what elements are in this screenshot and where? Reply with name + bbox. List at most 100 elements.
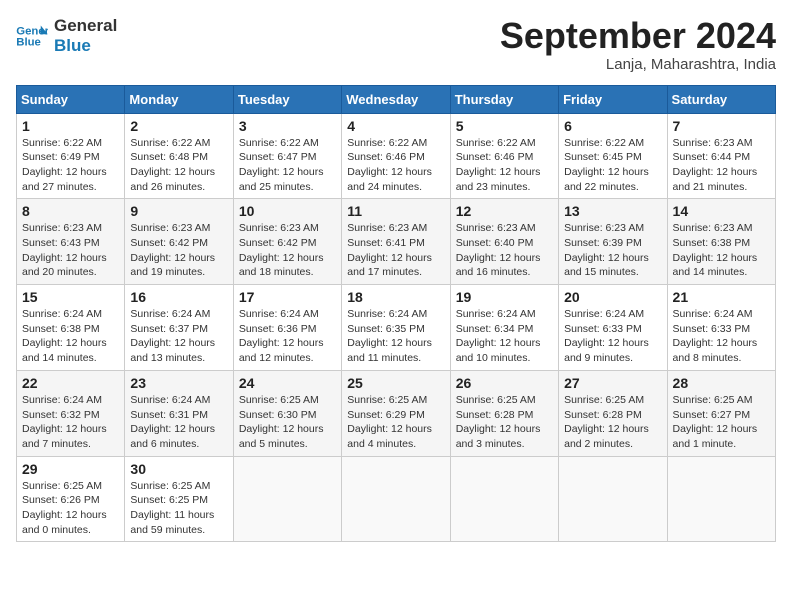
day-number: 15 — [22, 289, 119, 305]
day-info: Sunrise: 6:25 AMSunset: 6:28 PMDaylight:… — [564, 393, 661, 452]
day-info: Sunrise: 6:22 AMSunset: 6:45 PMDaylight:… — [564, 136, 661, 195]
calendar-week-4: 22 Sunrise: 6:24 AMSunset: 6:32 PMDayligh… — [17, 370, 776, 456]
day-info: Sunrise: 6:24 AMSunset: 6:37 PMDaylight:… — [130, 307, 227, 366]
day-info: Sunrise: 6:22 AMSunset: 6:47 PMDaylight:… — [239, 136, 336, 195]
day-number: 3 — [239, 118, 336, 134]
day-info: Sunrise: 6:25 AMSunset: 6:29 PMDaylight:… — [347, 393, 444, 452]
day-number: 23 — [130, 375, 227, 391]
calendar-cell: 13 Sunrise: 6:23 AMSunset: 6:39 PMDayligh… — [559, 199, 667, 285]
calendar-cell: 10 Sunrise: 6:23 AMSunset: 6:42 PMDayligh… — [233, 199, 341, 285]
day-number: 8 — [22, 203, 119, 219]
day-number: 20 — [564, 289, 661, 305]
day-number: 11 — [347, 203, 444, 219]
logo-line2: Blue — [54, 36, 117, 56]
day-number: 27 — [564, 375, 661, 391]
weekday-header-monday: Monday — [125, 85, 233, 113]
day-info: Sunrise: 6:22 AMSunset: 6:49 PMDaylight:… — [22, 136, 119, 195]
day-number: 14 — [673, 203, 770, 219]
day-number: 7 — [673, 118, 770, 134]
day-info: Sunrise: 6:23 AMSunset: 6:42 PMDaylight:… — [239, 221, 336, 280]
calendar-cell: 2Sunrise: 6:22 AMSunset: 6:48 PMDaylight… — [125, 113, 233, 199]
day-info: Sunrise: 6:24 AMSunset: 6:32 PMDaylight:… — [22, 393, 119, 452]
day-info: Sunrise: 6:25 AMSunset: 6:28 PMDaylight:… — [456, 393, 553, 452]
day-info: Sunrise: 6:25 AMSunset: 6:26 PMDaylight:… — [22, 479, 119, 538]
calendar-cell: 4 Sunrise: 6:22 AMSunset: 6:46 PMDaylight… — [342, 113, 450, 199]
calendar-cell: 24 Sunrise: 6:25 AMSunset: 6:30 PMDayligh… — [233, 370, 341, 456]
day-number: 1 — [22, 118, 119, 134]
calendar-cell: 21 Sunrise: 6:24 AMSunset: 6:33 PMDayligh… — [667, 285, 775, 371]
day-info: Sunrise: 6:22 AMSunset: 6:48 PMDaylight:… — [130, 136, 227, 195]
page-header: General Blue General Blue September 2024… — [16, 16, 776, 73]
weekday-header-thursday: Thursday — [450, 85, 558, 113]
calendar-cell: 15 Sunrise: 6:24 AMSunset: 6:38 PMDayligh… — [17, 285, 125, 371]
title-block: September 2024 Lanja, Maharashtra, India — [500, 16, 776, 73]
weekday-header-friday: Friday — [559, 85, 667, 113]
day-info: Sunrise: 6:24 AMSunset: 6:33 PMDaylight:… — [673, 307, 770, 366]
calendar-cell: 12Sunrise: 6:23 AMSunset: 6:40 PMDayligh… — [450, 199, 558, 285]
weekday-header-saturday: Saturday — [667, 85, 775, 113]
day-number: 18 — [347, 289, 444, 305]
weekday-header-wednesday: Wednesday — [342, 85, 450, 113]
day-info: Sunrise: 6:22 AMSunset: 6:46 PMDaylight:… — [456, 136, 553, 195]
calendar-cell: 5 Sunrise: 6:22 AMSunset: 6:46 PMDaylight… — [450, 113, 558, 199]
calendar-cell — [667, 456, 775, 542]
calendar-week-2: 8 Sunrise: 6:23 AMSunset: 6:43 PMDaylight… — [17, 199, 776, 285]
calendar-cell: 3 Sunrise: 6:22 AMSunset: 6:47 PMDaylight… — [233, 113, 341, 199]
calendar-cell: 26 Sunrise: 6:25 AMSunset: 6:28 PMDayligh… — [450, 370, 558, 456]
day-number: 12 — [456, 203, 553, 219]
day-info: Sunrise: 6:23 AMSunset: 6:39 PMDaylight:… — [564, 221, 661, 280]
calendar-cell: 19Sunrise: 6:24 AMSunset: 6:34 PMDayligh… — [450, 285, 558, 371]
day-info: Sunrise: 6:24 AMSunset: 6:34 PMDaylight:… — [456, 307, 553, 366]
day-number: 29 — [22, 461, 119, 477]
day-number: 10 — [239, 203, 336, 219]
day-info: Sunrise: 6:24 AMSunset: 6:38 PMDaylight:… — [22, 307, 119, 366]
location-subtitle: Lanja, Maharashtra, India — [500, 56, 776, 73]
calendar-week-5: 29 Sunrise: 6:25 AMSunset: 6:26 PMDayligh… — [17, 456, 776, 542]
calendar-cell — [342, 456, 450, 542]
day-info: Sunrise: 6:25 AMSunset: 6:30 PMDaylight:… — [239, 393, 336, 452]
calendar-cell: 8 Sunrise: 6:23 AMSunset: 6:43 PMDaylight… — [17, 199, 125, 285]
day-number: 6 — [564, 118, 661, 134]
day-info: Sunrise: 6:24 AMSunset: 6:33 PMDaylight:… — [564, 307, 661, 366]
calendar-cell — [559, 456, 667, 542]
calendar-cell: 22 Sunrise: 6:24 AMSunset: 6:32 PMDayligh… — [17, 370, 125, 456]
day-info: Sunrise: 6:24 AMSunset: 6:31 PMDaylight:… — [130, 393, 227, 452]
day-number: 25 — [347, 375, 444, 391]
day-number: 24 — [239, 375, 336, 391]
logo-line1: General — [54, 16, 117, 36]
calendar-cell: 18Sunrise: 6:24 AMSunset: 6:35 PMDayligh… — [342, 285, 450, 371]
day-number: 17 — [239, 289, 336, 305]
day-info: Sunrise: 6:24 AMSunset: 6:36 PMDaylight:… — [239, 307, 336, 366]
day-info: Sunrise: 6:23 AMSunset: 6:43 PMDaylight:… — [22, 221, 119, 280]
calendar-cell: 7 Sunrise: 6:23 AMSunset: 6:44 PMDaylight… — [667, 113, 775, 199]
day-number: 9 — [130, 203, 227, 219]
month-title: September 2024 — [500, 16, 776, 56]
day-number: 5 — [456, 118, 553, 134]
calendar-table: SundayMondayTuesdayWednesdayThursdayFrid… — [16, 85, 776, 543]
calendar-cell: 11Sunrise: 6:23 AMSunset: 6:41 PMDayligh… — [342, 199, 450, 285]
day-number: 22 — [22, 375, 119, 391]
calendar-cell: 1 Sunrise: 6:22 AMSunset: 6:49 PMDaylight… — [17, 113, 125, 199]
calendar-week-1: 1 Sunrise: 6:22 AMSunset: 6:49 PMDaylight… — [17, 113, 776, 199]
calendar-cell: 25 Sunrise: 6:25 AMSunset: 6:29 PMDayligh… — [342, 370, 450, 456]
day-info: Sunrise: 6:23 AMSunset: 6:38 PMDaylight:… — [673, 221, 770, 280]
day-number: 4 — [347, 118, 444, 134]
day-number: 30 — [130, 461, 227, 477]
day-number: 28 — [673, 375, 770, 391]
svg-text:Blue: Blue — [16, 37, 41, 49]
day-info: Sunrise: 6:23 AMSunset: 6:42 PMDaylight:… — [130, 221, 227, 280]
calendar-cell: 30 Sunrise: 6:25 AMSunset: 6:25 PMDayligh… — [125, 456, 233, 542]
day-info: Sunrise: 6:23 AMSunset: 6:44 PMDaylight:… — [673, 136, 770, 195]
calendar-cell: 28Sunrise: 6:25 AMSunset: 6:27 PMDayligh… — [667, 370, 775, 456]
calendar-cell: 23 Sunrise: 6:24 AMSunset: 6:31 PMDayligh… — [125, 370, 233, 456]
weekday-header-tuesday: Tuesday — [233, 85, 341, 113]
calendar-week-3: 15 Sunrise: 6:24 AMSunset: 6:38 PMDayligh… — [17, 285, 776, 371]
day-number: 26 — [456, 375, 553, 391]
day-info: Sunrise: 6:22 AMSunset: 6:46 PMDaylight:… — [347, 136, 444, 195]
day-number: 21 — [673, 289, 770, 305]
logo-icon: General Blue — [16, 22, 48, 50]
day-info: Sunrise: 6:25 AMSunset: 6:25 PMDaylight:… — [130, 479, 227, 538]
day-number: 16 — [130, 289, 227, 305]
logo: General Blue General Blue — [16, 16, 117, 57]
day-number: 13 — [564, 203, 661, 219]
